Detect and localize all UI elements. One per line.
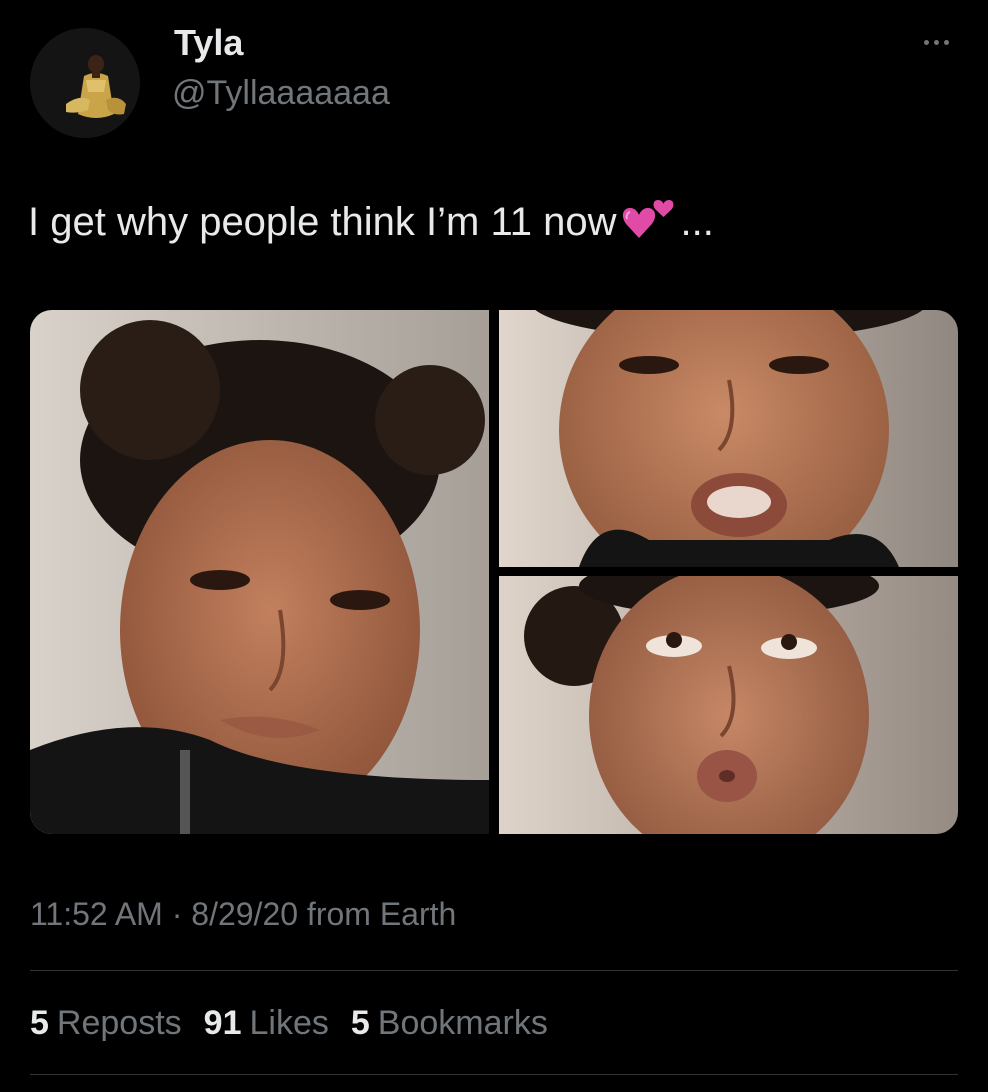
more-options-button[interactable] bbox=[912, 26, 960, 58]
divider bbox=[30, 1074, 958, 1075]
timestamp-separator: · bbox=[171, 896, 183, 932]
reposts-stat[interactable]: 5 Reposts bbox=[30, 1004, 182, 1043]
engagement-stats: 5 Reposts 91 Likes 5 Bookmarks bbox=[30, 1004, 548, 1043]
divider bbox=[30, 970, 958, 971]
author-handle[interactable]: @Tyllaaaaaaa bbox=[172, 74, 390, 113]
two-hearts-icon bbox=[618, 196, 678, 248]
likes-label: Likes bbox=[249, 1004, 329, 1042]
tweet-text-ellipsis: ... bbox=[680, 199, 714, 244]
tweet-source: from Earth bbox=[306, 896, 457, 932]
tweet-text: I get why people think I’m 11 now ... bbox=[28, 196, 714, 248]
reposts-count: 5 bbox=[30, 1004, 49, 1042]
timestamp-date[interactable]: 8/29/20 bbox=[191, 896, 298, 932]
media-grid bbox=[30, 310, 958, 834]
bookmarks-count: 5 bbox=[350, 1004, 370, 1042]
author-display-name[interactable]: Tyla bbox=[174, 22, 243, 64]
bookmarks-stat[interactable]: 5 Bookmarks bbox=[351, 1004, 548, 1043]
more-dot bbox=[943, 39, 949, 45]
photo-1[interactable] bbox=[30, 310, 489, 834]
tweet-text-main: I get why people think I’m 11 now bbox=[28, 199, 617, 244]
tweet-timestamp: 11:52 AM · 8/29/20 from Earth bbox=[30, 896, 456, 933]
photo-2[interactable] bbox=[499, 310, 958, 567]
reposts-label: Reposts bbox=[56, 1004, 182, 1042]
avatar[interactable] bbox=[30, 28, 140, 138]
bookmarks-label: Bookmarks bbox=[377, 1004, 548, 1042]
timestamp-time[interactable]: 11:52 AM bbox=[30, 896, 163, 932]
more-horizontal-icon bbox=[923, 39, 929, 45]
more-dot bbox=[933, 39, 939, 45]
likes-count: 91 bbox=[203, 1004, 242, 1042]
profile-photo bbox=[30, 28, 140, 138]
likes-stat[interactable]: 91 Likes bbox=[204, 1004, 329, 1043]
tweet: Tyla @Tyllaaaaaaa I get why people think… bbox=[0, 0, 988, 1092]
photo-3[interactable] bbox=[499, 576, 958, 834]
